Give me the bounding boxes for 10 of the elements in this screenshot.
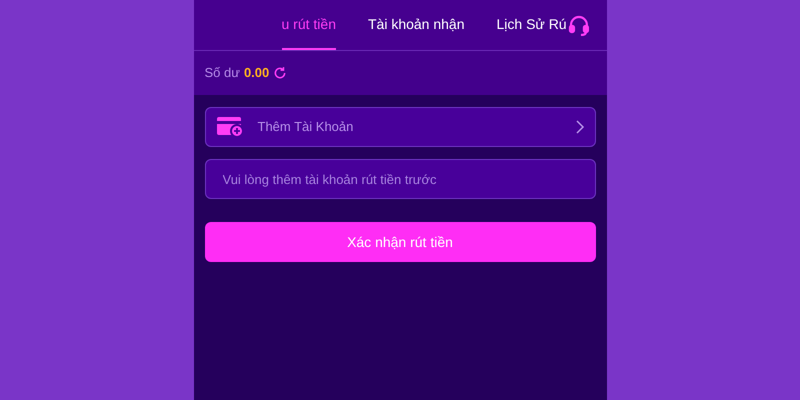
tab[interactable]: Tài khoản nhận <box>368 0 465 50</box>
confirm-withdraw-button[interactable]: Xác nhận rút tiền <box>204 222 596 262</box>
chevron-right-icon <box>574 120 584 134</box>
balance-value: 0.00 <box>244 64 270 82</box>
balance-label: Số dư <box>204 64 240 82</box>
add-account-row[interactable]: Thêm Tài Khoản <box>204 107 596 147</box>
refresh-icon[interactable] <box>273 66 288 80</box>
account-field[interactable]: Vui lòng thêm tài khoản rút tiền trước <box>204 159 596 199</box>
tab[interactable]: Lịch Sử Rú <box>496 0 567 50</box>
card-add-icon <box>216 116 244 138</box>
